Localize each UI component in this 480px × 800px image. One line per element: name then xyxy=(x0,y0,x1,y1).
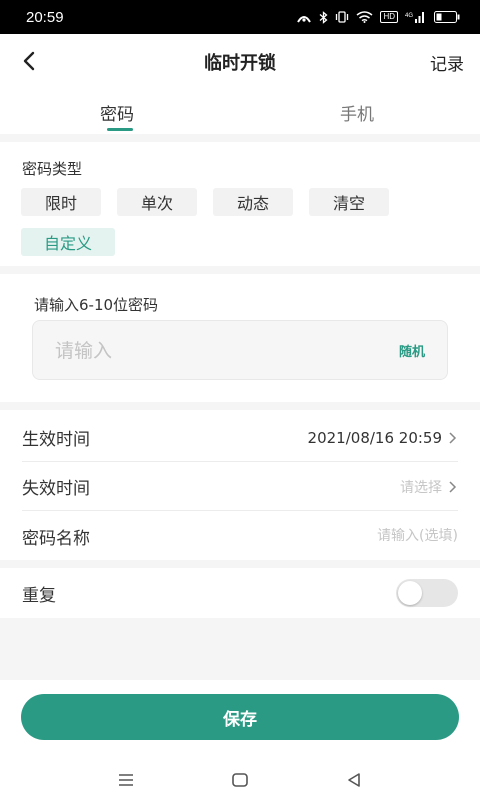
effective-time-value-wrap[interactable]: 2021/08/16 20:59 xyxy=(308,429,458,447)
type-option-clear[interactable]: 清空 xyxy=(309,188,389,216)
page-title: 临时开锁 xyxy=(204,53,276,74)
chevron-right-icon xyxy=(449,480,457,493)
status-time: 20:59 xyxy=(26,8,64,26)
effective-time-value: 2021/08/16 20:59 xyxy=(307,428,442,447)
password-name-row: 密码名称 xyxy=(22,512,458,560)
signal-icon: 4G xyxy=(405,12,424,23)
expire-time-label: 失效时间 xyxy=(22,479,90,499)
repeat-toggle[interactable] xyxy=(396,579,458,607)
repeat-label: 重复 xyxy=(22,585,56,606)
repeat-section: 重复 xyxy=(0,568,480,618)
save-button[interactable]: 保存 xyxy=(21,694,459,740)
tab-password[interactable]: 密码 xyxy=(100,100,134,125)
status-bar: 20:59 HD 4G xyxy=(0,0,480,34)
vibrate-icon xyxy=(336,11,349,23)
tab-bar: 密码 手机 xyxy=(0,88,480,134)
wifi-icon xyxy=(356,11,373,23)
status-icons: HD 4G xyxy=(296,10,460,24)
password-input-box: 随机 xyxy=(32,320,448,380)
random-password-button[interactable]: 随机 xyxy=(399,341,425,360)
menu-icon[interactable] xyxy=(112,766,140,794)
password-type-section: 密码类型 限时 单次 动态 清空 自定义 xyxy=(0,142,480,266)
expire-time-row[interactable]: 失效时间 请选择 xyxy=(22,463,458,511)
bluetooth-icon xyxy=(320,10,328,24)
chevron-right-icon xyxy=(449,431,457,444)
password-name-input[interactable] xyxy=(318,528,458,544)
tab-phone[interactable]: 手机 xyxy=(340,100,374,125)
bottom-area: 保存 xyxy=(0,680,480,800)
record-button[interactable]: 记录 xyxy=(430,50,464,75)
password-input-label: 请输入6-10位密码 xyxy=(34,296,159,314)
system-nav-bar xyxy=(0,760,480,800)
type-option-custom[interactable]: 自定义 xyxy=(21,228,115,256)
back-icon[interactable] xyxy=(340,766,368,794)
mobile-data-icon xyxy=(297,16,312,23)
effective-time-label: 生效时间 xyxy=(22,430,90,450)
expire-time-placeholder: 请选择 xyxy=(400,479,442,496)
password-type-label: 密码类型 xyxy=(22,160,83,178)
password-input[interactable] xyxy=(55,335,355,367)
effective-time-row[interactable]: 生效时间 2021/08/16 20:59 xyxy=(22,414,458,462)
home-icon[interactable] xyxy=(226,766,254,794)
app-header: 临时开锁 记录 xyxy=(0,34,480,88)
toggle-knob xyxy=(398,581,422,605)
type-option-time-limited[interactable]: 限时 xyxy=(21,188,101,216)
type-option-single-use[interactable]: 单次 xyxy=(117,188,197,216)
battery-icon xyxy=(434,11,460,23)
expire-time-value-wrap[interactable]: 请选择 xyxy=(400,477,458,497)
password-input-section: 请输入6-10位密码 随机 xyxy=(0,274,480,402)
svg-text:4G: 4G xyxy=(405,13,413,19)
type-option-dynamic[interactable]: 动态 xyxy=(213,188,293,216)
password-name-label: 密码名称 xyxy=(22,528,90,549)
settings-list: 生效时间 2021/08/16 20:59 失效时间 请选择 密码名称 xyxy=(0,410,480,560)
repeat-row: 重复 xyxy=(22,569,458,617)
hd-badge: HD xyxy=(380,11,398,23)
active-tab-indicator xyxy=(107,128,133,131)
